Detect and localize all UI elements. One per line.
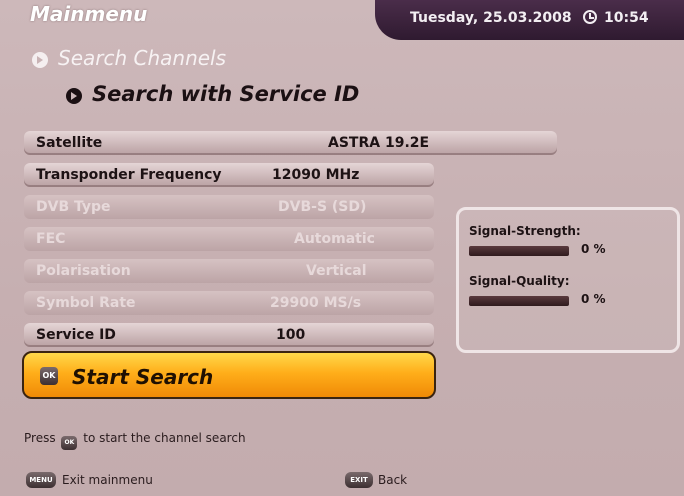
signal-quality-value: 0 % <box>581 292 606 306</box>
setting-label: DVB Type <box>36 199 111 215</box>
setting-row-satellite[interactable]: Satellite ASTRA 19.2E <box>24 131 557 155</box>
setting-row-transponder-frequency[interactable]: Transponder Frequency 12090 MHz <box>24 163 434 187</box>
ok-key-icon: OK <box>61 436 78 450</box>
signal-strength-bar <box>469 246 569 256</box>
arrow-right-icon <box>66 88 82 104</box>
setting-value: DVB-S (SD) <box>278 199 367 215</box>
start-search-label: Start Search <box>72 365 214 389</box>
setting-value: ASTRA 19.2E <box>328 135 430 151</box>
hint-suffix: to start the channel search <box>83 431 246 445</box>
setting-value: Vertical <box>306 263 367 279</box>
time-display: 10:54 <box>604 10 649 26</box>
setting-label: Symbol Rate <box>36 295 136 311</box>
menu-screen: Tuesday, 25.03.2008 10:54 Mainmenu Searc… <box>0 0 684 496</box>
exit-mainmenu-label[interactable]: Exit mainmenu <box>62 473 153 487</box>
setting-row-service-id[interactable]: Service ID 100 <box>24 323 434 347</box>
setting-label: Satellite <box>36 135 103 151</box>
setting-label: Polarisation <box>36 263 131 279</box>
signal-panel: Signal-Strength: 0 % Signal-Quality: 0 % <box>456 207 680 353</box>
breadcrumb-search-channels[interactable]: Search Channels <box>58 46 226 70</box>
signal-strength-value: 0 % <box>581 242 606 256</box>
signal-strength-label: Signal-Strength: <box>469 224 581 238</box>
clock-icon <box>583 10 597 24</box>
setting-value: 12090 MHz <box>272 167 360 183</box>
ok-key-icon: OK <box>40 367 58 385</box>
breadcrumb-search-service-id: Search with Service ID <box>92 82 360 106</box>
hint-prefix: Press <box>24 431 56 445</box>
setting-row-fec: FEC Automatic <box>24 227 434 251</box>
setting-label: FEC <box>36 231 66 247</box>
setting-row-polarisation: Polarisation Vertical <box>24 259 434 283</box>
date-display: Tuesday, 25.03.2008 <box>410 10 572 26</box>
setting-label: Transponder Frequency <box>36 167 222 183</box>
page-title: Mainmenu <box>30 2 148 26</box>
setting-row-symbol-rate: Symbol Rate 29900 MS/s <box>24 291 434 315</box>
start-search-button[interactable]: OK Start Search <box>22 351 436 399</box>
hint-text: Press OK to start the channel search <box>24 431 246 450</box>
exit-key-icon[interactable]: EXIT <box>345 472 373 488</box>
setting-value: 29900 MS/s <box>270 295 362 311</box>
setting-value: Automatic <box>294 231 375 247</box>
back-label[interactable]: Back <box>378 473 407 487</box>
setting-row-dvb-type: DVB Type DVB-S (SD) <box>24 195 434 219</box>
setting-value: 100 <box>276 327 306 343</box>
signal-quality-label: Signal-Quality: <box>469 274 570 288</box>
signal-quality-bar <box>469 296 569 306</box>
setting-label: Service ID <box>36 327 116 343</box>
menu-key-icon[interactable]: MENU <box>26 472 56 488</box>
arrow-right-icon <box>32 52 48 68</box>
